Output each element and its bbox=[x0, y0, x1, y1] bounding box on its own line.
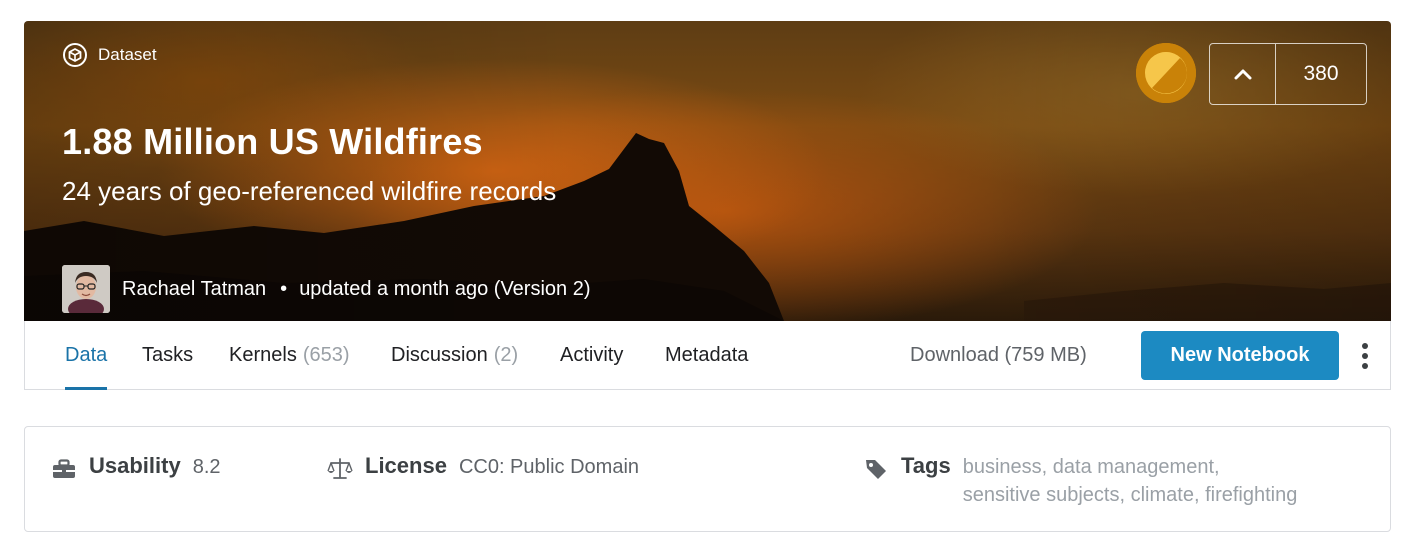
tag-link[interactable]: climate bbox=[1131, 484, 1194, 506]
chevron-up-icon bbox=[1234, 69, 1251, 80]
dataset-info-card: Usability 8.2 License CC0: Public Domain… bbox=[24, 426, 1391, 532]
download-link[interactable]: Download (759 MB) bbox=[910, 321, 1087, 389]
tab-label: Discussion bbox=[391, 343, 488, 366]
kebab-dot bbox=[1362, 363, 1368, 369]
tab-label: Kernels bbox=[229, 343, 297, 366]
medal-badge[interactable] bbox=[1136, 43, 1196, 103]
active-tab-indicator bbox=[65, 387, 108, 390]
tab-count: (653) bbox=[302, 343, 350, 366]
tab-activity[interactable]: Activity bbox=[560, 321, 623, 389]
tags-section: Tags business, data management, sensitiv… bbox=[863, 453, 1363, 509]
dataset-cube-icon bbox=[62, 42, 88, 68]
dataset-type-label: Dataset bbox=[62, 42, 157, 68]
tag-link[interactable]: sensitive subjects bbox=[963, 484, 1120, 506]
dataset-header-banner: Dataset 1.88 Million US Wildfires 24 yea… bbox=[24, 21, 1391, 321]
tab-data[interactable]: Data bbox=[65, 321, 108, 390]
tab-tasks[interactable]: Tasks bbox=[142, 321, 193, 389]
tab-kernels[interactable]: Kernels (653) bbox=[229, 321, 350, 389]
updated-text: updated a month ago (Version 2) bbox=[299, 277, 591, 300]
upvote-button[interactable] bbox=[1210, 44, 1276, 104]
tab-label: Tasks bbox=[142, 343, 194, 366]
dataset-subtitle: 24 years of geo-referenced wildfire reco… bbox=[62, 176, 557, 206]
author-row: Rachael Tatman • updated a month ago (Ve… bbox=[62, 265, 591, 313]
usability-value: 8.2 bbox=[192, 456, 221, 478]
tab-label: Data bbox=[65, 343, 108, 366]
tab-discussion[interactable]: Discussion (2) bbox=[391, 321, 518, 389]
medal-icon bbox=[1136, 43, 1196, 103]
tag-separator: , bbox=[1193, 484, 1206, 506]
author-avatar[interactable] bbox=[62, 265, 110, 313]
more-vertical-icon[interactable] bbox=[1353, 341, 1377, 371]
tags-label: Tags bbox=[901, 453, 951, 478]
license-label: License bbox=[365, 453, 447, 478]
license-section: License CC0: Public Domain bbox=[327, 453, 639, 482]
kebab-dot bbox=[1362, 353, 1368, 359]
toolbox-icon bbox=[51, 456, 77, 482]
author-name-link[interactable]: Rachael Tatman bbox=[122, 278, 266, 301]
tag-link[interactable]: data management bbox=[1053, 456, 1214, 478]
tag-separator: , bbox=[1119, 484, 1131, 506]
kebab-dot bbox=[1362, 343, 1368, 349]
tab-count: (2) bbox=[493, 343, 519, 366]
tag-separator: , bbox=[1214, 456, 1220, 478]
tag-list: business, data management, sensitive sub… bbox=[963, 453, 1363, 509]
upvote-widget: 380 bbox=[1209, 43, 1367, 105]
scales-icon bbox=[327, 456, 353, 482]
dataset-title: 1.88 Million US Wildfires bbox=[62, 121, 483, 162]
vote-count: 380 bbox=[1303, 62, 1339, 85]
tag-link[interactable]: firefighting bbox=[1205, 484, 1297, 506]
usability-label: Usability bbox=[89, 453, 181, 478]
tag-separator: , bbox=[1041, 456, 1053, 478]
new-notebook-button[interactable]: New Notebook bbox=[1141, 331, 1339, 380]
separator-dot: • bbox=[280, 277, 288, 300]
tag-link[interactable]: business bbox=[963, 456, 1042, 478]
dataset-label-text: Dataset bbox=[98, 45, 157, 64]
tag-icon bbox=[863, 456, 889, 482]
tab-label: Activity bbox=[560, 343, 624, 366]
license-value[interactable]: CC0: Public Domain bbox=[459, 456, 639, 479]
dataset-tab-bar: Data Tasks Kernels (653) Discussion (2) … bbox=[24, 321, 1391, 390]
tab-label: Metadata bbox=[665, 343, 749, 366]
usability-section: Usability 8.2 bbox=[51, 453, 221, 482]
tab-metadata[interactable]: Metadata bbox=[665, 321, 748, 389]
